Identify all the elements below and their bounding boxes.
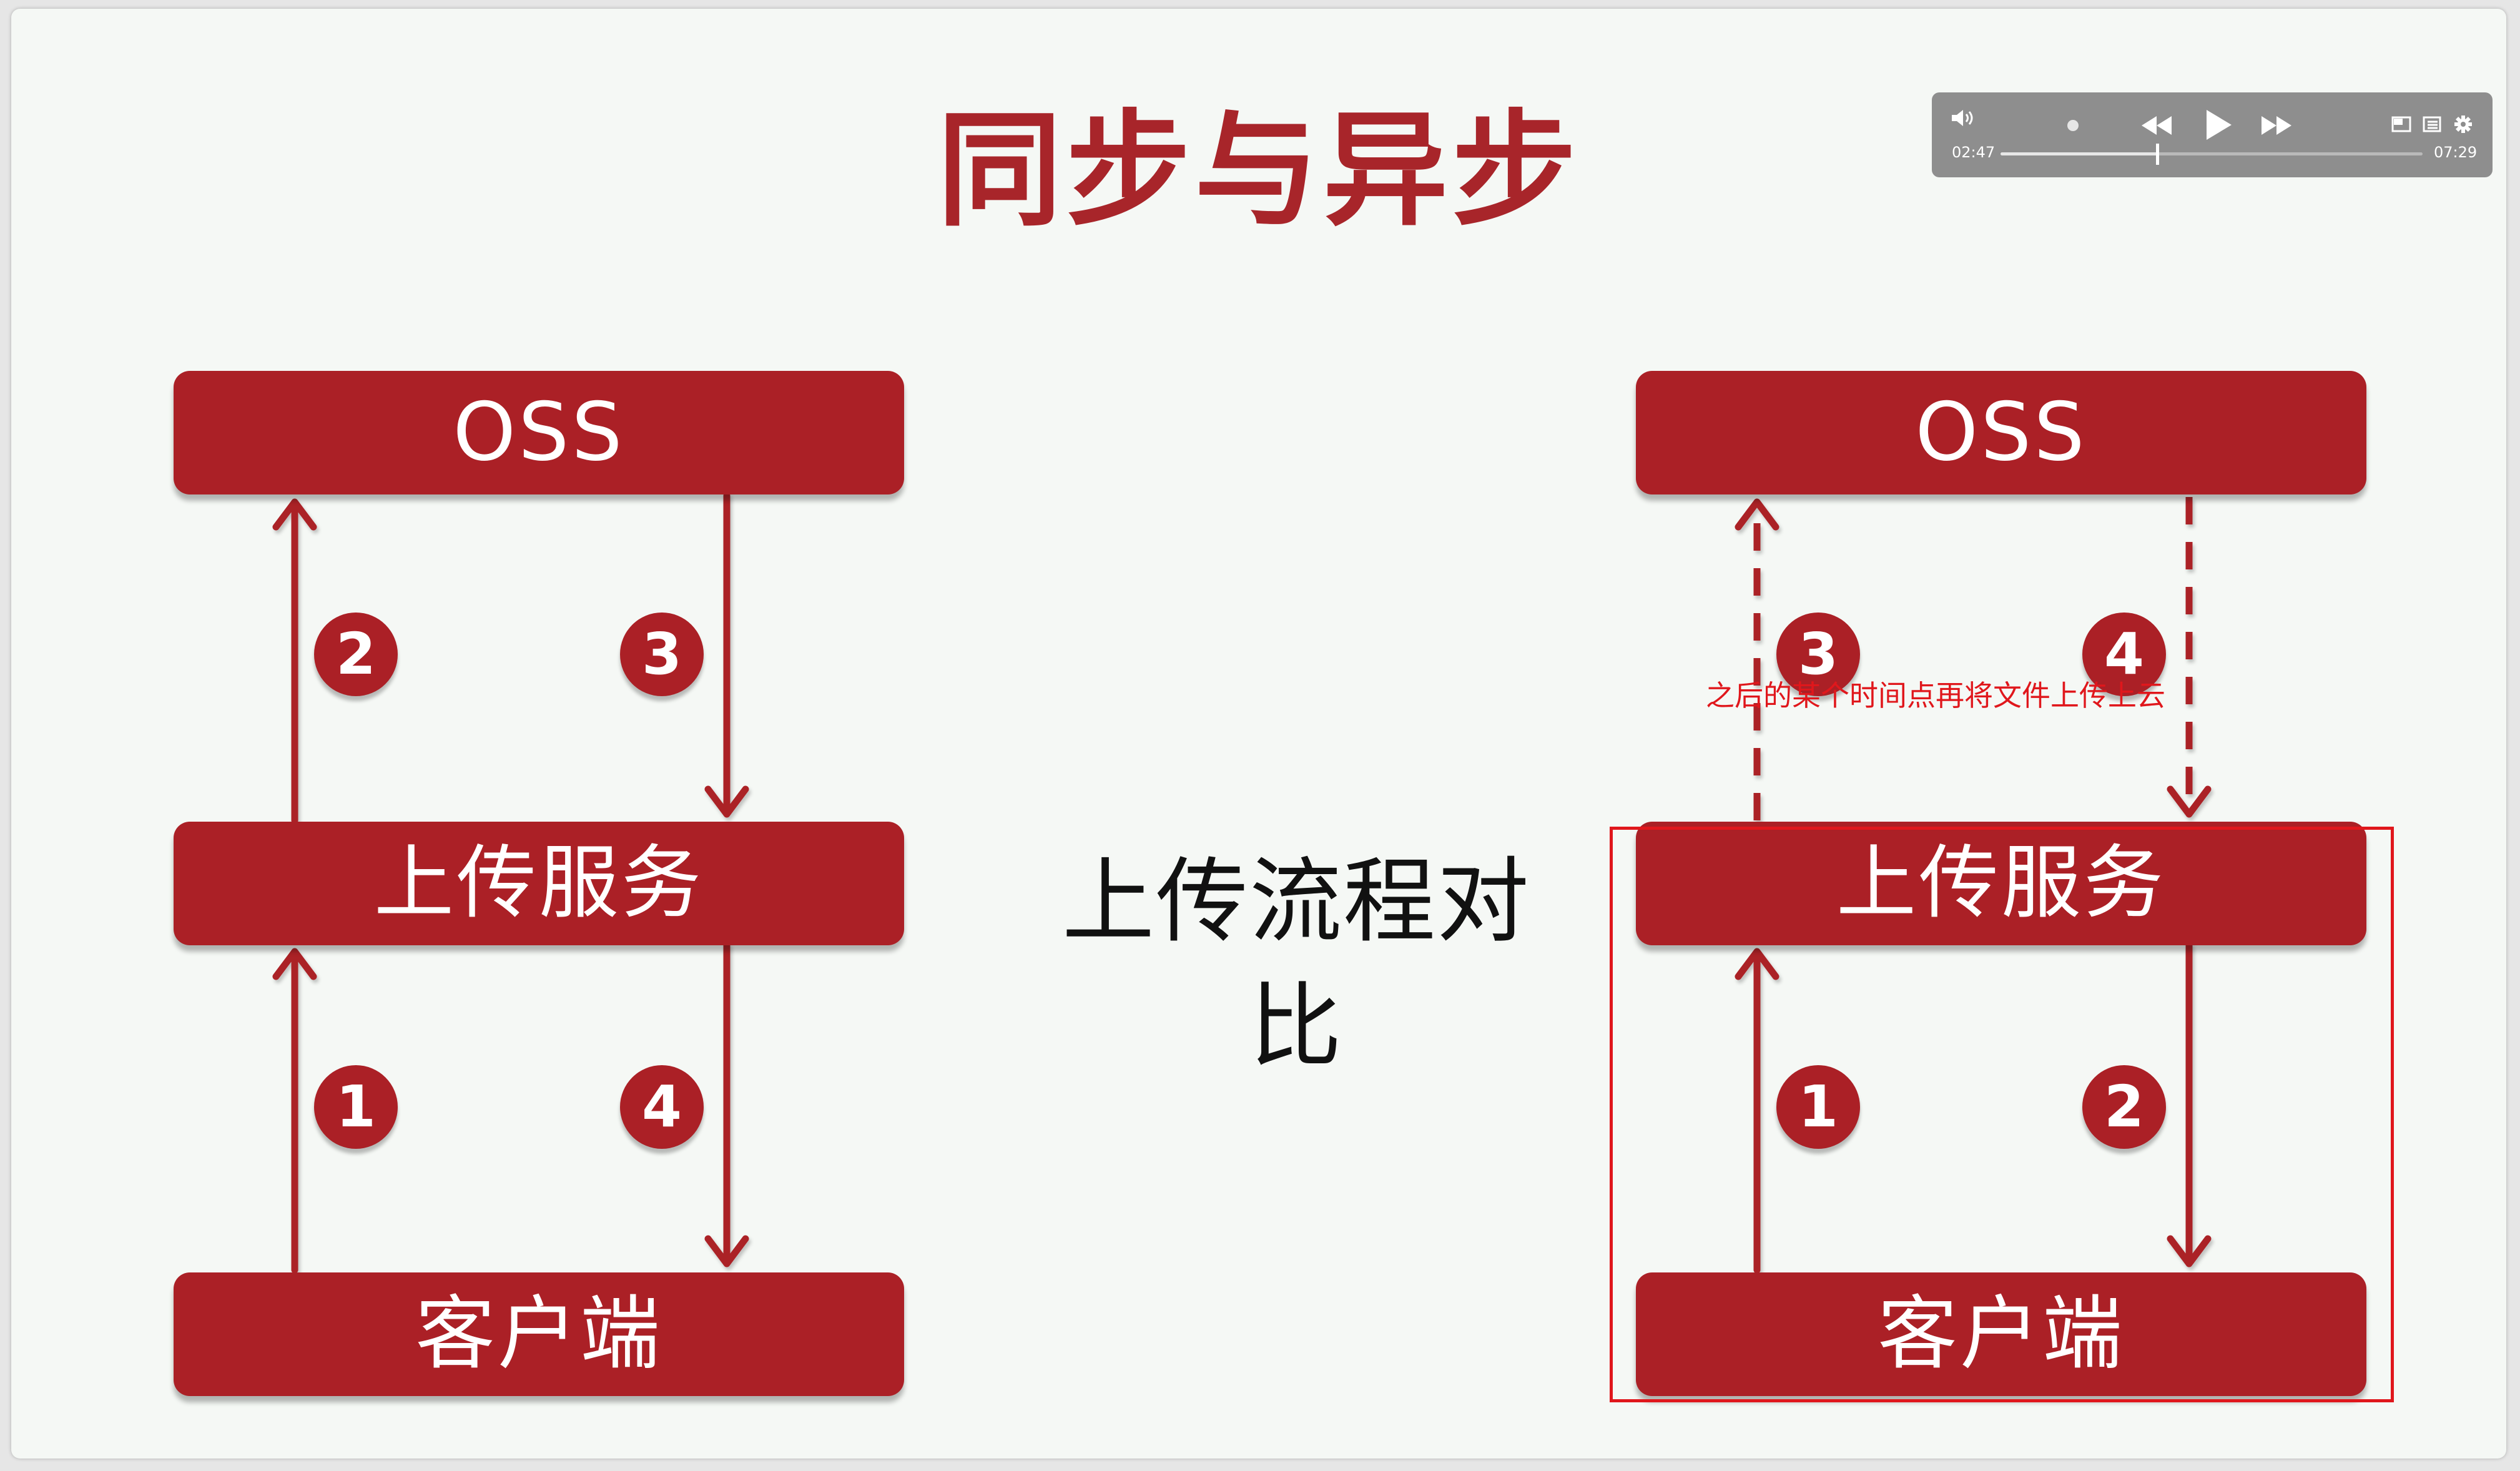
annotation-highlight-rect — [1610, 827, 2394, 1402]
left-step-badge: 2 — [314, 613, 398, 696]
gear-icon[interactable] — [2454, 115, 2473, 134]
left-oss-box: OSS — [174, 371, 904, 494]
seek-bar[interactable] — [2001, 144, 2423, 165]
arrow-left-oss-to-service — [704, 492, 749, 818]
seek-scrubber[interactable] — [2156, 144, 2160, 165]
left-client-label: 客户端 — [415, 1287, 662, 1380]
pip-icon[interactable] — [2391, 116, 2411, 132]
volume-slider-knob[interactable] — [2067, 120, 2079, 131]
left-upload-service-box: 上传服务 — [174, 822, 904, 945]
left-step-badge: 4 — [620, 1065, 704, 1149]
left-oss-label: OSS — [453, 386, 625, 479]
left-client-box: 客户端 — [174, 1272, 904, 1396]
volume-icon[interactable] — [1951, 109, 1976, 127]
slide: 同步与异步 OSS 上传服务 客户端 2 3 1 4 上传流程对比 OSS 上传… — [11, 9, 2506, 1459]
rewind-icon[interactable] — [2140, 115, 2173, 136]
play-icon[interactable] — [2204, 109, 2233, 141]
left-step-badge: 3 — [620, 613, 704, 696]
arrow-left-client-to-service — [272, 948, 317, 1274]
playlist-icon[interactable] — [2423, 116, 2441, 132]
left-upload-service-label: 上传服务 — [373, 837, 704, 930]
annotation-text: 之后的某个时间点再将文件上传上云 — [1706, 679, 2165, 712]
right-oss-box: OSS — [1636, 371, 2366, 494]
comparison-label: 上传流程对比 — [1062, 848, 1530, 1080]
current-time: 02:47 — [1952, 144, 1996, 161]
arrow-left-service-to-client — [704, 942, 749, 1267]
arrow-left-service-to-oss — [272, 498, 317, 824]
video-player-controls[interactable]: 02:47 07:29 — [1932, 92, 2493, 177]
left-step-badge: 1 — [314, 1065, 398, 1149]
seek-bar-progress — [2001, 152, 2158, 155]
fast-forward-icon[interactable] — [2260, 115, 2293, 136]
right-oss-label: OSS — [1915, 386, 2087, 479]
total-time: 07:29 — [2434, 144, 2478, 161]
